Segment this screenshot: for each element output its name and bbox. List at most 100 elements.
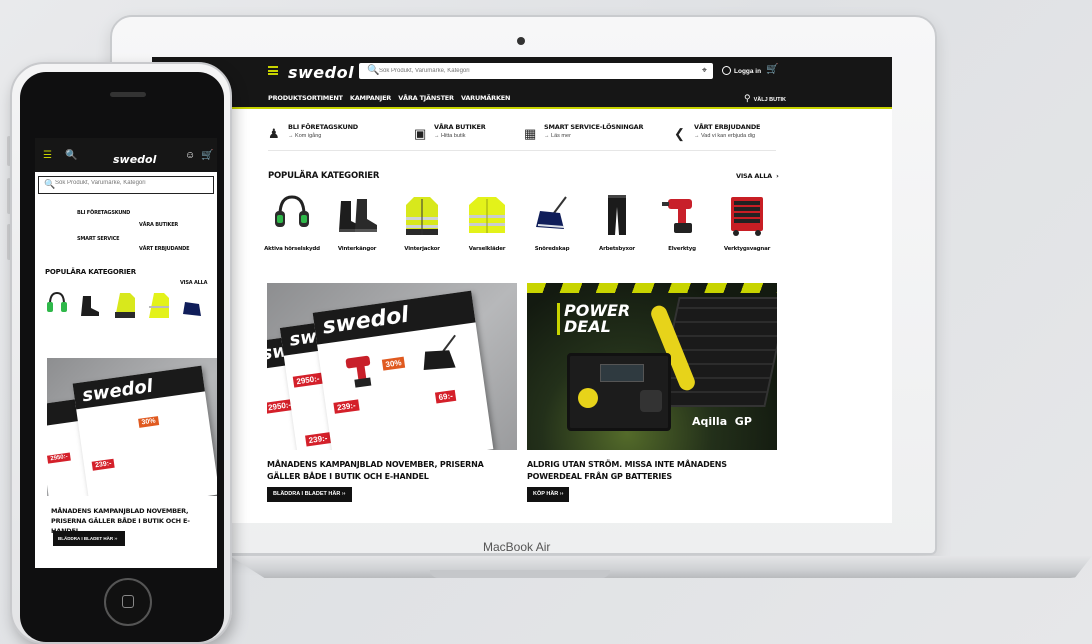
- drill-image: [660, 193, 704, 237]
- category-power-tools[interactable]: Elverktyg: [652, 193, 712, 252]
- category-hi-vis-clothing[interactable]: Varselkläder: [457, 193, 517, 252]
- laptop-screen: swedol 🔍 ⌖ Logga in 🛒 PRODUKTSORTIMENT K…: [152, 57, 892, 523]
- category-hearing-protection[interactable]: Aktiva hörselskydd: [262, 193, 322, 252]
- search-bar[interactable]: 🔍 ⌖: [359, 63, 713, 79]
- category-winter-jackets[interactable]: Vinterjackor: [392, 193, 452, 252]
- hi-vis-jacket-image: [465, 193, 509, 237]
- choose-store-label: VÄLJ BUTIK: [753, 97, 786, 103]
- catalog-page-front: swedol 30% 239:-: [72, 365, 217, 496]
- menu-icon[interactable]: [268, 66, 278, 75]
- phone-browse-catalog-button[interactable]: BLÄDDRA I BLADET HÄR ››: [53, 531, 125, 546]
- see-all-link[interactable]: VISA ALLA ›: [736, 172, 779, 180]
- category-work-trousers[interactable]: Arbetsbyxor: [587, 193, 647, 252]
- service-title: VÅRA BUTIKER: [434, 123, 486, 131]
- cart-icon[interactable]: 🛒: [766, 64, 778, 75]
- cart-icon[interactable]: 🛒: [201, 150, 213, 161]
- catalog-page-logo: swedol: [80, 375, 155, 407]
- phone-search-bar[interactable]: 🔍: [38, 176, 214, 194]
- menu-icon[interactable]: ☰: [43, 150, 52, 161]
- header-bar: swedol 🔍 ⌖ Logga in 🛒: [152, 57, 892, 87]
- phone-category-hi-vis-clothing[interactable]: [147, 290, 171, 320]
- phone-service-link[interactable]: VÅRT ERBJUDANDE: [139, 246, 189, 252]
- catalog-page-header: swedol: [72, 365, 205, 410]
- category-label: Snöredskap: [534, 246, 570, 252]
- promo-catalog-image[interactable]: swedol 2950:- swedol 2950:- 239:- swedol…: [267, 283, 517, 450]
- barcode-scan-icon[interactable]: ⌖: [702, 65, 707, 76]
- service-title: VÅRT ERBJUDANDE: [694, 123, 761, 131]
- catalog-page-logo: swedol: [320, 302, 411, 340]
- search-input[interactable]: [379, 64, 679, 78]
- store-icon: ▣: [414, 126, 427, 141]
- home-button-icon[interactable]: [104, 578, 152, 626]
- phone-see-all-link[interactable]: VISA ALLA: [180, 280, 207, 286]
- price-tag: 239:-: [333, 399, 360, 414]
- category-tool-trolleys[interactable]: Verktygsvagnar: [717, 193, 777, 252]
- gp-logo: GP: [734, 415, 752, 428]
- price-tag: 239:-: [305, 432, 332, 447]
- category-label: Aktiva hörselskydd: [264, 246, 320, 252]
- search-icon[interactable]: 🔍: [367, 65, 379, 76]
- service-icon: ▦: [524, 126, 537, 141]
- site-logo[interactable]: swedol: [288, 63, 354, 82]
- laptop-base-notch: [430, 570, 610, 578]
- choose-store-button[interactable]: ⚲ VÄLJ BUTIK: [744, 93, 786, 104]
- camera: [517, 37, 525, 45]
- phone-category-snow-tools[interactable]: [181, 290, 205, 320]
- jacket-image: [400, 193, 444, 237]
- main-nav: PRODUKTSORTIMENT KAMPANJER VÅRA TJÄNSTER…: [152, 87, 892, 109]
- service-title: SMART SERVICE-LÖSNINGAR: [544, 123, 644, 131]
- popular-categories-title: POPULÄRA KATEGORIER: [268, 171, 380, 181]
- category-snow-tools[interactable]: Snöredskap: [522, 193, 582, 252]
- powerdeal-title-line2: DEAL: [564, 317, 611, 336]
- discount-tag: 30%: [381, 356, 406, 371]
- phone-popular-title: POPULÄRA KATEGORIER: [45, 268, 136, 276]
- power-station-image: [567, 353, 671, 431]
- phone-service-link[interactable]: VÅRA BUTIKER: [139, 222, 178, 228]
- business-user-icon: ♟: [268, 126, 280, 141]
- search-icon[interactable]: 🔍: [65, 150, 77, 161]
- nav-item-varumarken[interactable]: VARUMÄRKEN: [461, 94, 511, 102]
- service-subtitle: → Hitta butik: [434, 133, 466, 139]
- category-label: Vinterjackor: [404, 246, 440, 252]
- nav-item-produktsortiment[interactable]: PRODUKTSORTIMENT: [268, 94, 343, 102]
- nav-item-vara-tjanster[interactable]: VÅRA TJÄNSTER: [398, 94, 454, 102]
- phone-site-logo[interactable]: swedol: [113, 153, 156, 166]
- login-label: Logga in: [734, 68, 762, 75]
- promo-powerdeal-image[interactable]: POWER DEAL Aqilla GP: [527, 283, 777, 450]
- power-station-outlet: [640, 390, 662, 412]
- phone-service-link[interactable]: SMART SERVICE: [77, 236, 120, 242]
- service-subtitle: → Läs mer: [544, 133, 571, 139]
- price-tag: 2950:-: [292, 372, 324, 388]
- phone-service-link[interactable]: BLI FÖRETAGSKUND: [77, 210, 130, 216]
- buy-here-button[interactable]: KÖP HÄR ››: [527, 487, 570, 502]
- boots-image: [335, 193, 379, 237]
- tool-trolley-image: [725, 193, 769, 237]
- ear-muffs-image: [270, 193, 314, 237]
- service-subtitle: → Kom igång: [288, 133, 322, 139]
- see-all-label: VISA ALLA: [736, 172, 772, 180]
- browse-catalog-button[interactable]: BLÄDDRA I BLADET HÄR ››: [267, 487, 352, 502]
- price-tag: 239:-: [91, 458, 116, 471]
- service-subtitle: → Vad vi kan erbjuda dig: [694, 133, 756, 139]
- snow-shovel-image: [530, 193, 574, 237]
- category-label: Varselkläder: [468, 246, 506, 252]
- search-icon: 🔍: [44, 179, 56, 189]
- nav-item-kampanjer[interactable]: KAMPANJER: [350, 94, 391, 102]
- category-label: Verktygsvagnar: [723, 246, 771, 252]
- phone-screen: ☰ 🔍 swedol ☺ 🛒 🔍 BLI FÖRETAGSKUND VÅRA B…: [35, 138, 217, 568]
- category-label: Elverktyg: [668, 246, 696, 252]
- aqilla-logo: Aqilla: [692, 415, 728, 428]
- service-title: BLI FÖRETAGSKUND: [288, 123, 359, 131]
- phone-search-input[interactable]: [55, 180, 195, 186]
- category-label: Vinterkängor: [337, 246, 377, 252]
- discount-tag: 30%: [138, 416, 160, 428]
- phone-category-winter-jackets[interactable]: [113, 290, 137, 320]
- user-icon[interactable]: ☺: [185, 150, 195, 161]
- category-winter-boots[interactable]: Vinterkängor: [327, 193, 387, 252]
- phone-promo-catalog-image[interactable]: 2950:- swedol 30% 239:-: [47, 358, 217, 496]
- phone-category-hearing-protection[interactable]: [45, 290, 69, 320]
- laptop-brand-label: MacBook Air: [483, 540, 551, 554]
- phone-speaker: [110, 92, 146, 97]
- phone-category-winter-boots[interactable]: [79, 290, 103, 320]
- login-button[interactable]: Logga in: [722, 66, 761, 75]
